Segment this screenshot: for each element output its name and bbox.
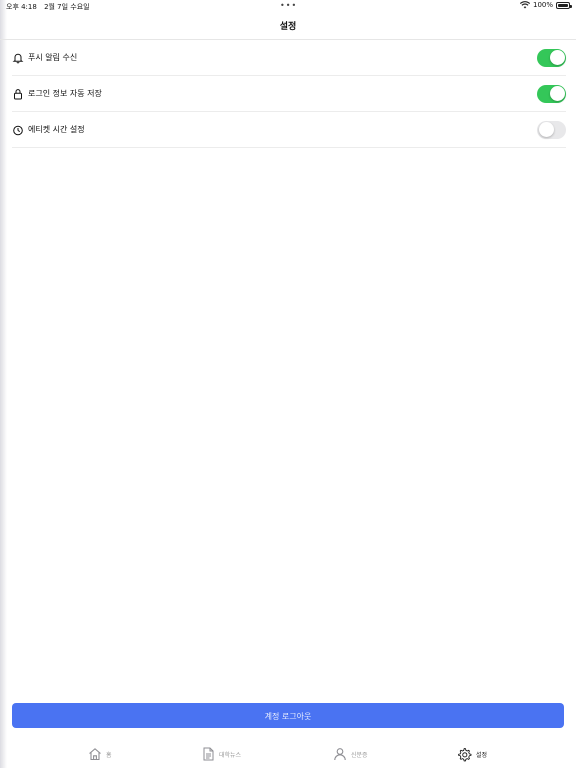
setting-label: 푸시 알림 수신 (28, 53, 78, 62)
home-indicator (221, 762, 355, 765)
status-time-date: 오후 4:18 2월 7일 수요일 (6, 2, 90, 12)
lock-icon (14, 88, 22, 99)
tab-label: 신분증 (351, 751, 368, 759)
status-time: 오후 4:18 (6, 3, 37, 11)
auto-save-login-toggle[interactable] (537, 84, 566, 103)
gear-icon (458, 747, 472, 761)
logout-button[interactable]: 계정 로그아웃 (12, 703, 564, 728)
setting-row-auto-save-login: 로그인 정보 자동 저장 (12, 76, 566, 112)
status-bar: 오후 4:18 2월 7일 수요일 ••• 100% (0, 0, 576, 12)
setting-label: 에티켓 시간 설정 (28, 125, 85, 134)
tab-label: 대학뉴스 (219, 751, 242, 759)
document-icon (203, 747, 214, 761)
setting-row-etiquette-time: 에티켓 시간 설정 (12, 112, 566, 148)
bell-icon (12, 53, 24, 63)
multitasking-dots[interactable]: ••• (280, 1, 297, 10)
battery-icon (556, 1, 572, 9)
setting-row-push-notifications: 푸시 알림 수신 (12, 40, 566, 76)
wifi-icon (519, 1, 530, 9)
status-indicators: 100% (519, 1, 572, 9)
person-icon (334, 748, 346, 761)
settings-list: 푸시 알림 수신 로그인 정보 자동 저장 에티켓 시간 설정 (12, 40, 566, 148)
tab-news[interactable]: 대학뉴스 (202, 744, 241, 764)
push-notifications-toggle[interactable] (537, 48, 566, 67)
tab-home[interactable]: 홈 (88, 744, 112, 764)
setting-label: 로그인 정보 자동 저장 (28, 89, 102, 98)
page-title: 설정 (279, 22, 297, 32)
home-icon (89, 748, 101, 761)
battery-percent: 100% (532, 1, 553, 9)
status-date: 2월 7일 수요일 (44, 3, 90, 11)
timer-icon (13, 125, 23, 135)
toggle-knob (549, 86, 565, 101)
tab-label: 홈 (106, 751, 112, 759)
etiquette-time-toggle[interactable] (537, 120, 566, 139)
tab-label: 설정 (476, 751, 488, 759)
toggle-knob (549, 50, 565, 65)
toggle-knob (538, 122, 554, 137)
tab-id-card[interactable]: 신분증 (333, 744, 368, 764)
left-edge-shadow (0, 0, 7, 768)
tab-settings[interactable]: 설정 (457, 744, 487, 764)
